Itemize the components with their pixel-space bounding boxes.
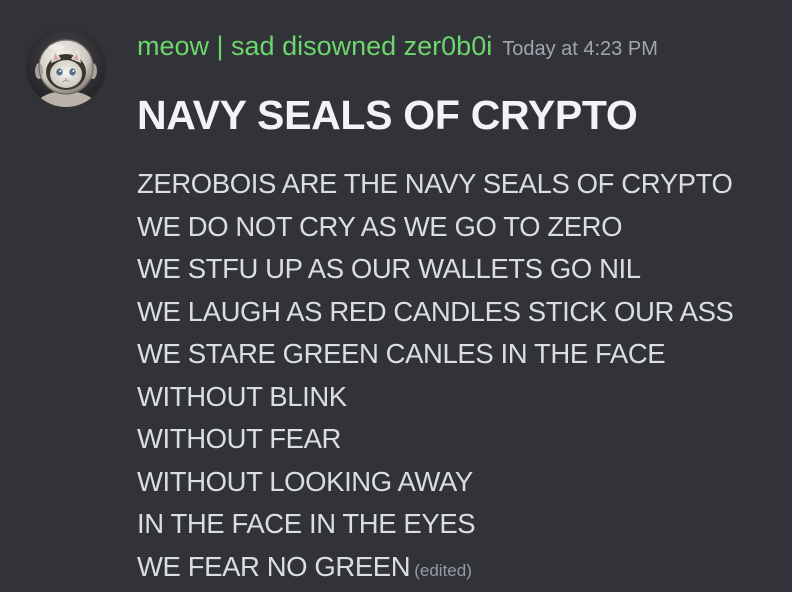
message-line-last: WE FEAR NO GREEN (edited) [137,546,733,589]
edited-indicator[interactable]: (edited) [414,561,472,580]
message-line: WITHOUT BLINK [137,380,347,412]
message-line: WITHOUT FEAR [137,423,341,454]
message-line: WITHOUT LOOKING AWAY [137,465,473,497]
cat-astronaut-avatar-icon [26,27,106,107]
message-line-text: WE FEAR NO GREEN [137,550,411,582]
message-line: WE DO NOT CRY AS WE GO TO ZERO [137,210,623,242]
message-heading: NAVY SEALS OF CRYPTO [137,92,638,138]
message-timestamp[interactable]: Today at 4:23 PM [502,38,658,60]
message-line: WE LAUGH AS RED CANDLES STICK OUR ASS [137,295,734,327]
user-avatar[interactable] [26,27,106,107]
chat-message: meow | sad disowned zer0b0i Today at 4:23… [0,0,792,591]
message-line: ZEROBOIS ARE THE NAVY SEALS OF CRYPTO [137,168,733,199]
message-line: WE STARE GREEN CANLES IN THE FACE [137,338,666,369]
message-line: IN THE FACE IN THE EYES [137,508,476,539]
message-header: meow | sad disowned zer0b0i Today at 4:23… [137,28,658,69]
message-line: WE STFU UP AS OUR WALLETS GO NIL [137,253,641,284]
author-username[interactable]: meow | sad disowned zer0b0i [137,31,492,61]
message-body: ZEROBOIS ARE THE NAVY SEALS OF CRYPTO WE… [137,163,734,589]
